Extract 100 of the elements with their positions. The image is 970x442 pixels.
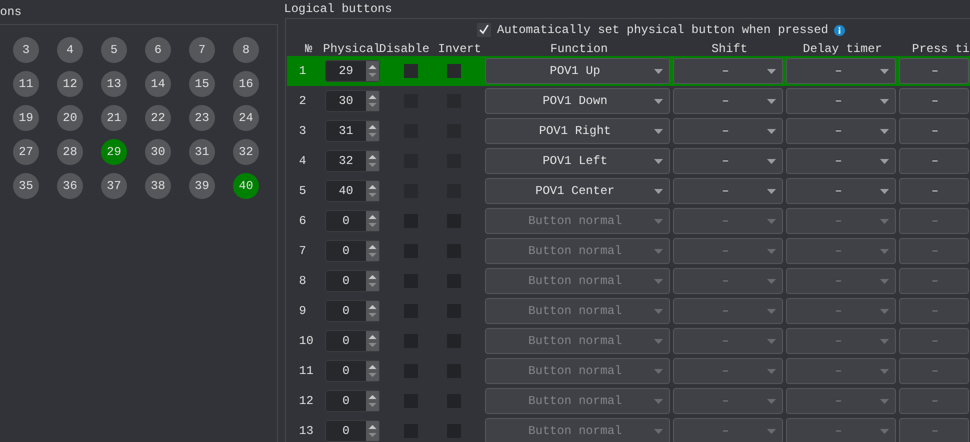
dropdown[interactable]: –: [899, 178, 969, 204]
dropdown[interactable]: –: [899, 298, 969, 324]
button-indicator[interactable]: 15: [189, 71, 215, 97]
dropdown[interactable]: Button normal: [485, 238, 670, 264]
dropdown[interactable]: –: [673, 388, 783, 414]
dropdown[interactable]: –: [786, 298, 896, 324]
button-indicator[interactable]: 37: [101, 173, 127, 199]
spin-arrows-icon[interactable]: [366, 361, 379, 381]
spin-box[interactable]: 0: [325, 360, 380, 382]
button-indicator[interactable]: 27: [13, 139, 39, 165]
dropdown[interactable]: Button normal: [485, 418, 670, 442]
button-indicator[interactable]: 21: [101, 105, 127, 131]
spin-arrows-icon[interactable]: [366, 271, 379, 291]
dropdown[interactable]: –: [786, 118, 896, 144]
spin-box[interactable]: 0: [325, 210, 380, 232]
button-indicator[interactable]: 13: [101, 71, 127, 97]
button-indicator[interactable]: 29: [101, 139, 127, 165]
button-indicator[interactable]: 7: [189, 37, 215, 63]
spin-arrows-icon[interactable]: [366, 121, 379, 141]
spin-arrows-icon[interactable]: [366, 241, 379, 261]
spin-arrows-icon[interactable]: [366, 331, 379, 351]
dropdown[interactable]: –: [899, 58, 969, 84]
dropdown[interactable]: POV1 Up: [485, 58, 670, 84]
table-row[interactable]: 8 0 Button normal – – –: [287, 266, 970, 296]
dropdown[interactable]: –: [899, 418, 969, 442]
spin-arrows-icon[interactable]: [366, 151, 379, 171]
button-indicator[interactable]: 12: [57, 71, 83, 97]
dropdown[interactable]: Button normal: [485, 268, 670, 294]
dropdown[interactable]: Button normal: [485, 328, 670, 354]
dropdown[interactable]: –: [899, 88, 969, 114]
button-indicator[interactable]: 20: [57, 105, 83, 131]
table-row[interactable]: 6 0 Button normal – – –: [287, 206, 970, 236]
dropdown[interactable]: POV1 Center: [485, 178, 670, 204]
dropdown[interactable]: POV1 Down: [485, 88, 670, 114]
table-row[interactable]: 13 0 Button normal – – –: [287, 416, 970, 442]
spin-arrows-icon[interactable]: [366, 61, 379, 81]
dropdown[interactable]: –: [786, 178, 896, 204]
spin-arrows-icon[interactable]: [366, 301, 379, 321]
dropdown[interactable]: –: [673, 178, 783, 204]
spin-box[interactable]: 0: [325, 330, 380, 352]
dropdown[interactable]: –: [899, 388, 969, 414]
dropdown[interactable]: Button normal: [485, 358, 670, 384]
dropdown[interactable]: –: [899, 268, 969, 294]
dropdown[interactable]: Button normal: [485, 208, 670, 234]
checkbox[interactable]: [447, 64, 461, 78]
button-indicator[interactable]: 16: [233, 71, 259, 97]
button-indicator[interactable]: 5: [101, 37, 127, 63]
dropdown[interactable]: –: [899, 328, 969, 354]
button-indicator[interactable]: 32: [233, 139, 259, 165]
spin-box[interactable]: 32: [325, 150, 380, 172]
dropdown[interactable]: –: [673, 88, 783, 114]
dropdown[interactable]: –: [786, 418, 896, 442]
dropdown[interactable]: –: [673, 238, 783, 264]
button-indicator[interactable]: 28: [57, 139, 83, 165]
table-row[interactable]: 1 29 POV1 Up – – –: [287, 56, 970, 86]
spin-box[interactable]: 0: [325, 270, 380, 292]
button-indicator[interactable]: 6: [145, 37, 171, 63]
spin-arrows-icon[interactable]: [366, 91, 379, 111]
dropdown[interactable]: –: [673, 328, 783, 354]
dropdown[interactable]: POV1 Left: [485, 148, 670, 174]
dropdown[interactable]: –: [673, 208, 783, 234]
dropdown[interactable]: –: [899, 208, 969, 234]
table-row[interactable]: 3 31 POV1 Right – – –: [287, 116, 970, 146]
dropdown[interactable]: Button normal: [485, 388, 670, 414]
button-indicator[interactable]: 22: [145, 105, 171, 131]
dropdown[interactable]: –: [673, 268, 783, 294]
dropdown[interactable]: –: [899, 238, 969, 264]
button-indicator[interactable]: 11: [13, 71, 39, 97]
button-indicator[interactable]: 36: [57, 173, 83, 199]
table-row[interactable]: 4 32 POV1 Left – – –: [287, 146, 970, 176]
table-row[interactable]: 2 30 POV1 Down – – –: [287, 86, 970, 116]
dropdown[interactable]: –: [786, 358, 896, 384]
button-indicator[interactable]: 40: [233, 173, 259, 199]
dropdown[interactable]: Button normal: [485, 298, 670, 324]
button-indicator[interactable]: 23: [189, 105, 215, 131]
button-indicator[interactable]: 30: [145, 139, 171, 165]
spin-box[interactable]: 0: [325, 300, 380, 322]
dropdown[interactable]: –: [786, 58, 896, 84]
spin-box[interactable]: 40: [325, 180, 380, 202]
dropdown[interactable]: –: [786, 388, 896, 414]
spin-box[interactable]: 0: [325, 420, 380, 442]
dropdown[interactable]: –: [673, 358, 783, 384]
dropdown[interactable]: –: [786, 88, 896, 114]
dropdown[interactable]: POV1 Right: [485, 118, 670, 144]
spin-box[interactable]: 31: [325, 120, 380, 142]
spin-arrows-icon[interactable]: [366, 181, 379, 201]
table-row[interactable]: 7 0 Button normal – – –: [287, 236, 970, 266]
dropdown[interactable]: –: [786, 238, 896, 264]
button-indicator[interactable]: 4: [57, 37, 83, 63]
checkbox[interactable]: [477, 23, 491, 37]
dropdown[interactable]: –: [673, 118, 783, 144]
dropdown[interactable]: –: [673, 58, 783, 84]
dropdown[interactable]: –: [786, 328, 896, 354]
dropdown[interactable]: –: [786, 268, 896, 294]
button-indicator[interactable]: 39: [189, 173, 215, 199]
button-indicator[interactable]: 3: [13, 37, 39, 63]
button-indicator[interactable]: 24: [233, 105, 259, 131]
button-indicator[interactable]: 38: [145, 173, 171, 199]
button-indicator[interactable]: 14: [145, 71, 171, 97]
spin-arrows-icon[interactable]: [366, 421, 379, 441]
